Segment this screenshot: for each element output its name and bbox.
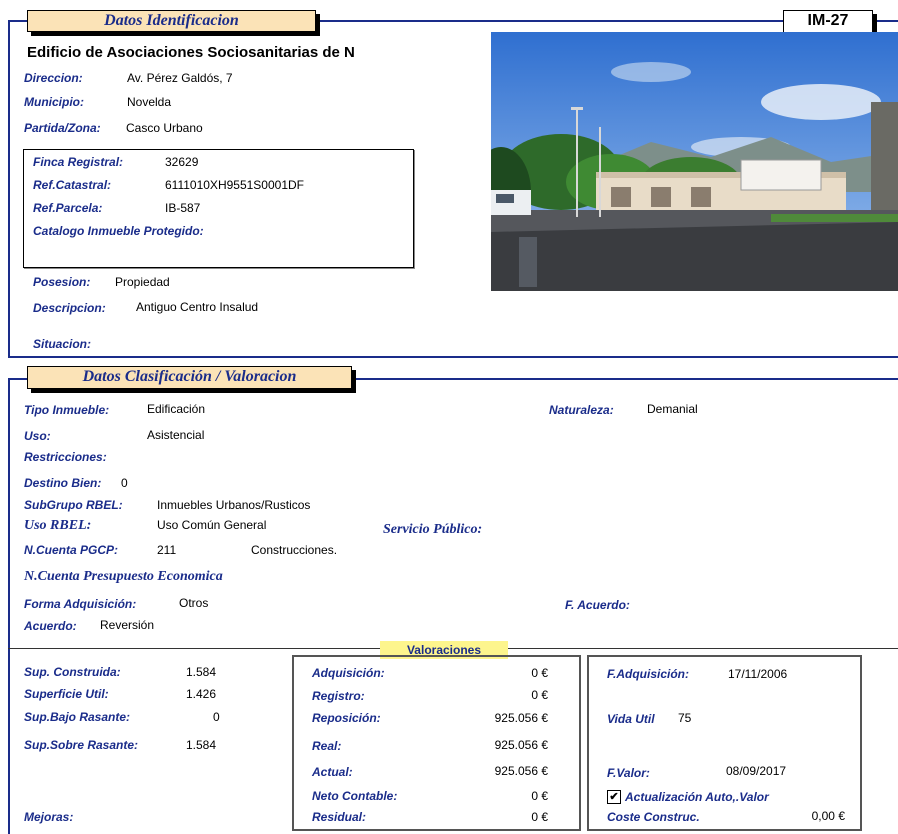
reposicion-value: 925.056 € <box>494 711 548 725</box>
acuerdo-label: Acuerdo: <box>24 619 77 633</box>
coste-construc-value: 0,00 € <box>811 809 845 823</box>
partida-label: Partida/Zona: <box>24 121 101 135</box>
acuerdo-value: Reversión <box>100 618 155 632</box>
neto-contable-value: 0 € <box>531 789 548 803</box>
catalogo-label: Catalogo Inmueble Protegido: <box>33 224 204 238</box>
ref-parcela-label: Ref.Parcela: <box>33 201 103 215</box>
naturaleza-label: Naturaleza: <box>549 403 614 417</box>
sup-construida-value: 1.584 <box>186 665 217 679</box>
destino-value: 0 <box>121 476 128 490</box>
adquisicion-value: 0 € <box>531 666 548 680</box>
descripcion-label: Descripcion: <box>33 301 106 315</box>
f-acuerdo-label: F. Acuerdo: <box>565 598 630 612</box>
building-photo <box>491 32 898 291</box>
sup-bajo-rasante-value: 0 <box>213 710 220 724</box>
real-label: Real: <box>312 739 342 753</box>
reposicion-label: Reposición: <box>312 711 381 725</box>
direccion-label: Direccion: <box>24 71 83 85</box>
ref-parcela-value: IB-587 <box>165 201 201 215</box>
finca-label: Finca Registral: <box>33 155 124 169</box>
neto-contable-label: Neto Contable: <box>312 789 398 803</box>
direccion-value: Av. Pérez Galdós, 7 <box>127 71 233 85</box>
ref-catastral-value: 6111010XH9551S0001DF <box>165 178 304 192</box>
uso-rbel-label: Uso RBEL: <box>24 518 92 533</box>
section1-bottom-rule <box>8 356 898 358</box>
residual-label: Residual: <box>312 810 367 824</box>
subgrupo-label: SubGrupo RBEL: <box>24 498 123 512</box>
section2-left-rule <box>8 378 10 834</box>
actual-value: 925.056 € <box>494 764 548 778</box>
sup-sobre-rasante-value: 1.584 <box>186 738 217 752</box>
vida-util-label: Vida Util <box>607 712 655 726</box>
coste-construc-label: Coste Construc. <box>607 810 700 824</box>
registro-label: Registro: <box>312 689 365 703</box>
ref-catastral-label: Ref.Catastral: <box>33 178 112 192</box>
real-value: 925.056 € <box>494 738 548 752</box>
tipo-inmueble-value: Edificación <box>147 402 206 416</box>
cuenta-pgcp-value: 211 <box>157 543 177 557</box>
f-adquisicion-value: 17/11/2006 <box>728 667 788 681</box>
vida-util-value: 75 <box>678 711 692 725</box>
municipio-value: Novelda <box>127 95 172 109</box>
forma-adquisicion-value: Otros <box>179 596 209 610</box>
destino-label: Destino Bien: <box>24 476 102 490</box>
actualizacion-label: Actualización Auto,.Valor <box>625 790 769 804</box>
mejoras-label: Mejoras: <box>24 810 74 824</box>
residual-value: 0 € <box>531 810 548 824</box>
building-name: Edificio de Asociaciones Sociosanitarias… <box>27 44 355 61</box>
fechas-box <box>587 655 862 831</box>
descripcion-value: Antiguo Centro Insalud <box>136 300 259 314</box>
uso-rbel-value: Uso Común General <box>157 518 267 532</box>
actualizacion-checkbox[interactable]: ✔ <box>607 790 621 804</box>
uso-label: Uso: <box>24 429 51 443</box>
forma-adquisicion-label: Forma Adquisición: <box>24 597 137 611</box>
f-valor-label: F.Valor: <box>607 766 650 780</box>
restricciones-label: Restricciones: <box>24 450 107 464</box>
sup-sobre-rasante-label: Sup.Sobre Rasante: <box>24 738 139 752</box>
posesion-value: Propiedad <box>115 275 170 289</box>
property-code: IM-27 <box>783 10 873 34</box>
subgrupo-value: Inmuebles Urbanos/Rusticos <box>157 498 311 512</box>
actual-label: Actual: <box>312 765 353 779</box>
f-valor-value: 08/09/2017 <box>726 764 787 778</box>
tipo-inmueble-label: Tipo Inmueble: <box>24 403 110 417</box>
f-adquisicion-label: F.Adquisición: <box>607 667 689 681</box>
situacion-label: Situacion: <box>33 337 92 351</box>
posesion-label: Posesion: <box>33 275 91 289</box>
partida-value: Casco Urbano <box>126 121 203 135</box>
adquisicion-label: Adquisición: <box>312 666 385 680</box>
section2-tab: Datos Clasificación / Valoracion <box>27 366 352 389</box>
sup-bajo-rasante-label: Sup.Bajo Rasante: <box>24 710 131 724</box>
superficie-util-value: 1.426 <box>186 687 217 701</box>
finca-value: 32629 <box>165 155 199 169</box>
uso-value: Asistencial <box>147 428 205 442</box>
superficie-util-label: Superficie Util: <box>24 687 109 701</box>
section1-tab: Datos Identificacion <box>27 10 316 32</box>
municipio-label: Municipio: <box>24 95 84 109</box>
section1-left-rule <box>8 20 10 358</box>
naturaleza-value: Demanial <box>647 402 698 416</box>
cuenta-pgcp-label: N.Cuenta PGCP: <box>24 543 119 557</box>
registro-value: 0 € <box>531 688 548 702</box>
cuenta-pgcp-desc: Construcciones. <box>251 543 338 557</box>
sup-construida-label: Sup. Construida: <box>24 665 121 679</box>
servicio-publico-label: Servicio Público: <box>383 522 483 537</box>
cuenta-presupuesto-label: N.Cuenta Presupuesto Economica <box>24 569 223 584</box>
